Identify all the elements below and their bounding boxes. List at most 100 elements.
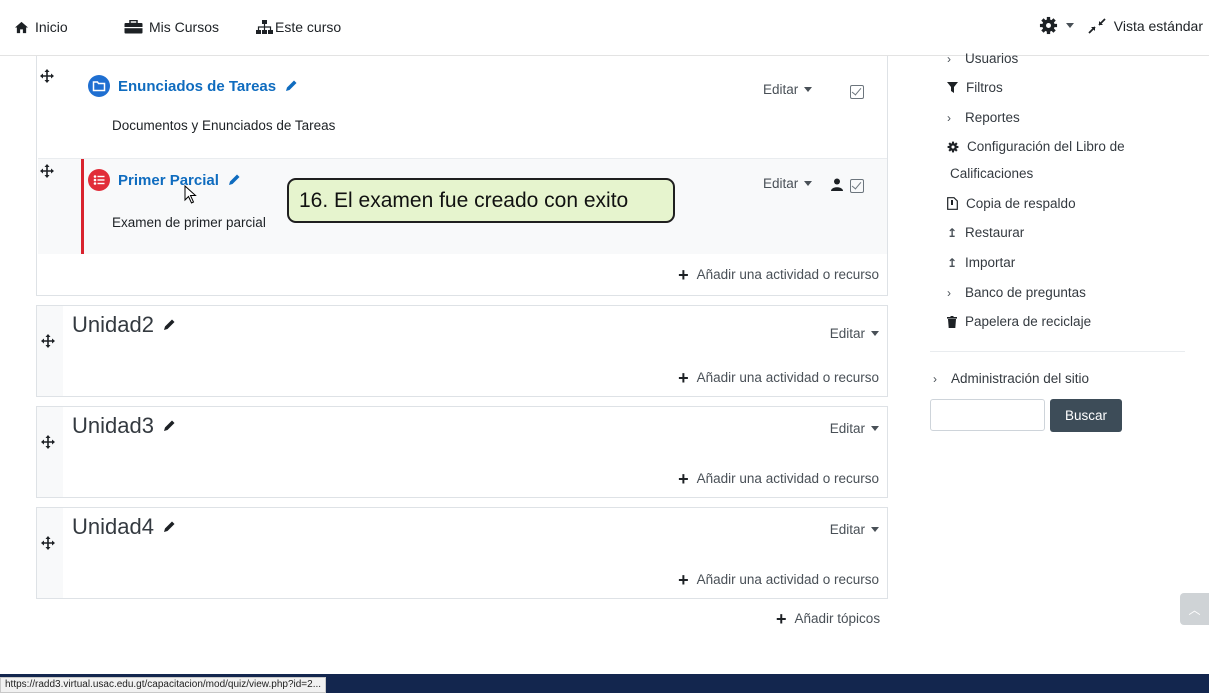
- highlight-bar: [81, 159, 84, 254]
- chevron-up-icon: ︿: [1188, 602, 1201, 617]
- pencil-icon[interactable]: [162, 419, 176, 433]
- add-activity-label: Añadir una actividad o recurso: [696, 370, 879, 385]
- activity-primer-parcial[interactable]: Primer Parcial: [88, 169, 241, 191]
- section-title-text: Unidad2: [72, 312, 154, 337]
- back-to-top-button[interactable]: ︿: [1180, 593, 1209, 625]
- nav-este-curso-label: Este curso: [275, 19, 342, 35]
- caret-down-icon: [871, 527, 879, 532]
- nav-inicio[interactable]: Inicio: [14, 19, 68, 35]
- sidebar-item-banco[interactable]: › Banco de preguntas: [947, 285, 1086, 300]
- editar-menu-unidad3[interactable]: Editar: [830, 421, 879, 436]
- mouse-cursor-icon: [184, 185, 197, 204]
- completion-checkbox[interactable]: [850, 85, 864, 99]
- nav-inicio-label: Inicio: [35, 19, 68, 35]
- sidebar-label: Restaurar: [965, 225, 1025, 240]
- move-icon[interactable]: [41, 435, 55, 449]
- pencil-icon[interactable]: [162, 318, 176, 332]
- plus-icon: +: [678, 367, 689, 388]
- nav-right-tools: Vista estándar: [1039, 16, 1203, 35]
- caret-down-icon: [804, 87, 813, 92]
- file-archive-icon: [947, 197, 958, 210]
- section-unidad4: Unidad4 Editar + Añadir una actividad o r…: [36, 507, 888, 599]
- top-navbar: Inicio Mis Cursos Este curso Vista están…: [0, 0, 1209, 56]
- section-general: Enunciados de Tareas Editar Documentos y…: [36, 56, 888, 296]
- editar-menu-unidad2[interactable]: Editar: [830, 326, 879, 341]
- sitemap-icon: [256, 20, 273, 34]
- nav-mis-cursos-label: Mis Cursos: [149, 19, 220, 35]
- section-left-gutter: [37, 407, 63, 497]
- trash-icon: [947, 315, 957, 328]
- sidebar-item-filtros[interactable]: Filtros: [947, 80, 1003, 95]
- briefcase-icon: [124, 20, 143, 34]
- editar-menu-primer-parcial[interactable]: Editar: [763, 176, 813, 191]
- move-icon[interactable]: [40, 164, 54, 178]
- completion-checkbox[interactable]: [850, 179, 864, 193]
- add-topics-label: Añadir tópicos: [794, 611, 881, 626]
- add-activity-button[interactable]: + Añadir una actividad o recurso: [678, 571, 879, 589]
- sidebar-item-configuracion-line2[interactable]: Calificaciones: [950, 166, 1033, 181]
- level-up-icon: ↥: [947, 255, 958, 270]
- move-icon[interactable]: [41, 536, 55, 550]
- quiz-icon: [88, 169, 110, 191]
- sidebar-search-input[interactable]: [930, 399, 1045, 431]
- nav-este-curso[interactable]: Este curso: [256, 19, 341, 35]
- activity-enunciados[interactable]: Enunciados de Tareas: [88, 75, 298, 97]
- editar-menu-enunciados[interactable]: Editar: [763, 82, 813, 97]
- editar-label: Editar: [763, 176, 799, 191]
- buscar-button[interactable]: Buscar: [1050, 399, 1122, 432]
- caret-down-icon: [871, 331, 879, 336]
- add-activity-button[interactable]: + Añadir una actividad o recurso: [678, 468, 879, 489]
- filter-icon: [947, 82, 958, 93]
- sidebar-item-importar[interactable]: ↥ Importar: [947, 255, 1015, 270]
- editar-label: Editar: [829, 326, 865, 341]
- section-title-unidad3: Unidad3: [72, 413, 176, 439]
- sidebar-label: Configuración del Libro de: [967, 139, 1125, 154]
- gear-icon[interactable]: [1039, 16, 1058, 35]
- section-left-gutter: [37, 508, 63, 598]
- status-bar-url: https://radd3.virtual.usac.edu.gt/capaci…: [0, 677, 327, 693]
- sidebar-item-restaurar[interactable]: ↥ Restaurar: [947, 225, 1024, 240]
- editar-menu-unidad4[interactable]: Editar: [830, 522, 879, 537]
- level-up-icon: ↥: [947, 225, 958, 240]
- user-icon: [831, 178, 843, 191]
- pencil-icon[interactable]: [284, 79, 298, 93]
- gear-icon: [947, 141, 959, 152]
- editar-label: Editar: [829, 522, 865, 537]
- sidebar-item-admin-sitio[interactable]: › Administración del sitio: [933, 371, 1089, 386]
- editar-label: Editar: [829, 421, 865, 436]
- pencil-icon[interactable]: [162, 520, 176, 534]
- tutorial-callout: 16. El examen fue creado con exito: [287, 178, 675, 223]
- caret-down-icon: [804, 181, 813, 186]
- sidebar-label: Filtros: [966, 80, 1003, 95]
- add-activity-button[interactable]: + Añadir una actividad o recurso: [678, 367, 879, 388]
- sidebar-item-usuarios[interactable]: › Usuarios: [947, 51, 1018, 66]
- sidebar-item-papelera[interactable]: Papelera de reciclaje: [947, 314, 1091, 329]
- section-title-unidad2: Unidad2: [72, 312, 176, 338]
- move-icon[interactable]: [40, 69, 54, 83]
- add-activity-label: Añadir una actividad o recurso: [696, 572, 879, 587]
- add-activity-label: Añadir una actividad o recurso: [696, 471, 879, 486]
- chevron-right-icon: ›: [933, 371, 937, 386]
- sidebar-item-copia[interactable]: Copia de respaldo: [947, 196, 1076, 211]
- section-title-unidad4: Unidad4: [72, 514, 176, 540]
- nav-mis-cursos[interactable]: Mis Cursos: [124, 19, 219, 35]
- sidebar-item-reportes[interactable]: › Reportes: [947, 110, 1020, 125]
- editar-label: Editar: [763, 82, 799, 97]
- sidebar-item-configuracion[interactable]: Configuración del Libro de: [947, 139, 1125, 154]
- chevron-down-icon[interactable]: [1065, 23, 1074, 28]
- activity-primer-parcial-desc: Examen de primer parcial: [112, 215, 266, 230]
- sidebar-label: Papelera de reciclaje: [965, 314, 1092, 329]
- sidebar-label: Reportes: [965, 110, 1020, 125]
- move-icon[interactable]: [41, 334, 55, 348]
- add-activity-button[interactable]: + Añadir una actividad o recurso: [678, 266, 879, 284]
- folder-icon: [88, 75, 110, 97]
- plus-icon: +: [678, 468, 689, 489]
- sidebar-divider: [930, 351, 1185, 352]
- add-topics-button[interactable]: + Añadir tópicos: [776, 608, 881, 629]
- vista-estandar-toggle[interactable]: Vista estándar: [1114, 18, 1203, 34]
- home-icon: [15, 21, 28, 33]
- plus-icon: +: [776, 608, 787, 629]
- section-unidad2: Unidad2 Editar + Añadir una actividad o r…: [36, 305, 888, 397]
- activity-primer-parcial-title: Primer Parcial: [118, 171, 219, 189]
- pencil-icon[interactable]: [227, 173, 241, 187]
